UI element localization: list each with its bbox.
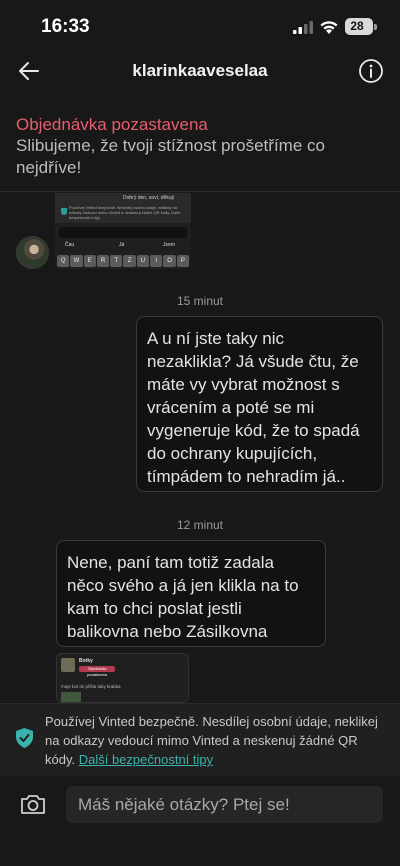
attachment-input bbox=[59, 227, 187, 238]
message-outgoing[interactable]: A u ní jste taky nic nezaklikla? Já všud… bbox=[136, 316, 383, 492]
attachment-text: moje bot mi přišla taky krabka bbox=[61, 684, 121, 689]
shield-icon bbox=[61, 208, 67, 215]
attachment-image bbox=[61, 692, 81, 702]
safety-tips-link[interactable]: Další bezpečnostní tipy bbox=[79, 752, 213, 767]
image-attachment[interactable]: Botky Objednávka pozastavena moje bot mi… bbox=[56, 653, 189, 703]
key: R bbox=[96, 255, 110, 267]
message-incoming[interactable]: Nene, paní tam totiž zadala něco svého a… bbox=[56, 540, 326, 647]
key: Z bbox=[123, 255, 136, 267]
key: T bbox=[110, 255, 123, 267]
battery-indicator: 28 bbox=[345, 18, 373, 35]
attachment-info-text: Používej Vinted bezpečně. Nesdílej osobn… bbox=[69, 205, 181, 220]
message-input[interactable] bbox=[66, 786, 383, 823]
wifi-icon bbox=[320, 21, 338, 34]
status-badge: Objednávka pozastavena bbox=[79, 666, 115, 677]
key: O bbox=[163, 255, 176, 267]
message-composer bbox=[0, 776, 400, 866]
suggestion: Já bbox=[119, 242, 125, 248]
item-name: Botky bbox=[79, 658, 93, 664]
key: U bbox=[136, 255, 150, 267]
conversation-header: klarinkaaveselaa bbox=[0, 50, 400, 94]
status-bar: 16:33 28 bbox=[0, 0, 400, 50]
order-status-text: Slibujeme, že tvoji stížnost prošetříme … bbox=[16, 136, 325, 177]
battery-level: 28 bbox=[350, 19, 364, 33]
key: I bbox=[150, 255, 163, 267]
attachment-keyboard: Q W E R T Z U I O P bbox=[57, 255, 189, 267]
message-timestamp: 15 minut bbox=[176, 294, 224, 308]
suggestion: Čau bbox=[65, 242, 75, 248]
attachment-suggestions: Čau Já Jsem bbox=[55, 240, 191, 250]
key: Q bbox=[57, 255, 70, 267]
signal-icon bbox=[293, 21, 313, 34]
battery-tip bbox=[374, 24, 377, 30]
chat-thread[interactable]: Dobrý den, soví, děkuji Používej Vinted … bbox=[0, 193, 400, 703]
info-icon[interactable] bbox=[358, 58, 384, 84]
item-thumbnail bbox=[61, 658, 75, 672]
order-status-title: Objednávka pozastavena bbox=[16, 115, 208, 134]
key: P bbox=[176, 255, 189, 267]
safety-notice: Používej Vinted bezpečně. Nesdílej osobn… bbox=[0, 703, 400, 776]
avatar[interactable] bbox=[16, 236, 49, 269]
message-timestamp: 12 minut bbox=[176, 518, 224, 532]
camera-icon[interactable] bbox=[20, 793, 46, 815]
suggestion: Jsem bbox=[163, 242, 175, 248]
order-status-banner: Objednávka pozastavena Slibujeme, že tvo… bbox=[0, 104, 400, 192]
status-time: 16:33 bbox=[41, 16, 90, 37]
page-title: klarinkaaveselaa bbox=[132, 61, 268, 80]
attachment-text: Dobrý den, soví, děkuji bbox=[123, 195, 174, 201]
key: E bbox=[83, 255, 96, 267]
key: W bbox=[70, 255, 83, 267]
image-attachment[interactable]: Dobrý den, soví, děkuji Používej Vinted … bbox=[55, 193, 191, 269]
safety-text: Používej Vinted bezpečně. Nesdílej osobn… bbox=[45, 712, 390, 769]
shield-icon bbox=[16, 728, 33, 748]
